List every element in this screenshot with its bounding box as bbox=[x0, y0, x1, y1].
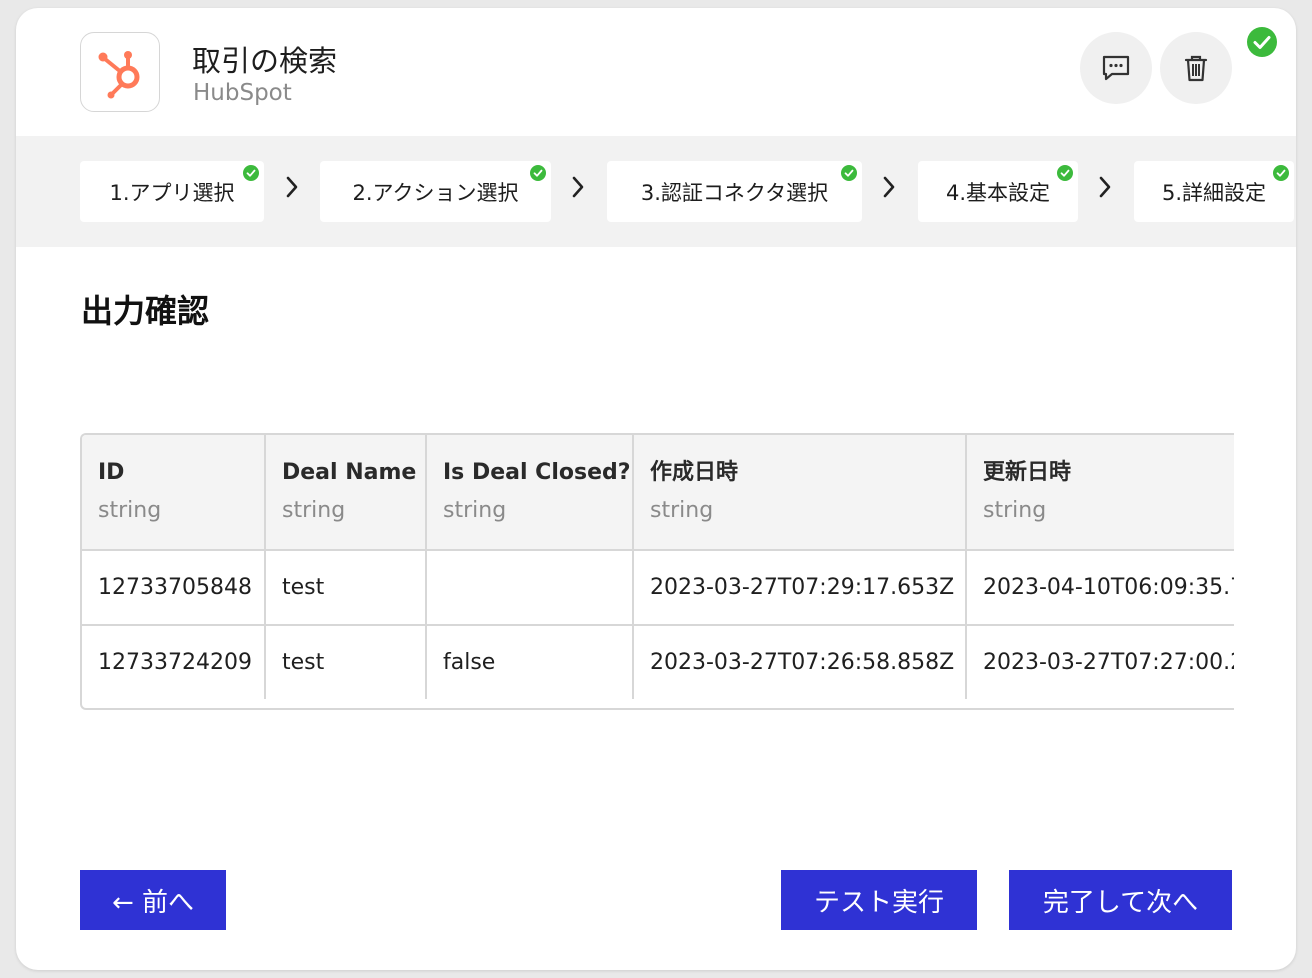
step-label: 1.アプリ選択 bbox=[109, 180, 235, 205]
table-cell: 2023-03-27T07:27:00.2 bbox=[965, 624, 1234, 699]
back-button[interactable]: ← 前へ bbox=[80, 870, 226, 930]
comment-button[interactable] bbox=[1080, 32, 1152, 104]
table-cell: 12733724209 bbox=[82, 624, 266, 699]
step-label: 3.認証コネクタ選択 bbox=[640, 180, 829, 205]
test-run-button[interactable]: テスト実行 bbox=[781, 870, 977, 930]
check-circle-icon bbox=[1247, 27, 1277, 57]
step-action-select[interactable]: 2.アクション選択 bbox=[320, 161, 551, 222]
column-header: 作成日時 string bbox=[632, 435, 967, 551]
hubspot-logo-icon bbox=[80, 32, 160, 112]
step-label: 5.詳細設定 bbox=[1161, 180, 1267, 205]
table-cell: false bbox=[425, 624, 634, 699]
chevron-right-icon bbox=[286, 176, 298, 198]
table-row: 12733724209 test false 2023-03-27T07:26:… bbox=[82, 624, 1234, 699]
column-header: Is Deal Closed? string bbox=[425, 435, 634, 551]
table-header-row: ID string Deal Name string Is Deal Closed?… bbox=[82, 435, 1234, 551]
output-table[interactable]: ID string Deal Name string Is Deal Closed?… bbox=[80, 433, 1234, 710]
step-complete-icon bbox=[841, 165, 857, 181]
step-complete-icon bbox=[1057, 165, 1073, 181]
column-name: Deal Name bbox=[282, 460, 417, 485]
column-type: string bbox=[98, 498, 162, 523]
table-cell: test bbox=[264, 549, 427, 626]
step-complete-icon bbox=[530, 165, 546, 181]
column-type: string bbox=[650, 498, 714, 523]
table-cell: 2023-03-27T07:29:17.653Z bbox=[632, 549, 967, 626]
table-cell bbox=[425, 549, 634, 626]
table-cell: test bbox=[264, 624, 427, 699]
chevron-right-icon bbox=[572, 176, 584, 198]
delete-button[interactable] bbox=[1160, 32, 1232, 104]
output-table-grid: ID string Deal Name string Is Deal Closed?… bbox=[82, 435, 1234, 699]
step-basic-settings[interactable]: 4.基本設定 bbox=[918, 161, 1078, 222]
column-header: 更新日時 string bbox=[965, 435, 1234, 551]
step-complete-icon bbox=[1273, 165, 1289, 181]
column-name: 更新日時 bbox=[983, 460, 1072, 485]
action-title: 取引の検索 bbox=[192, 44, 338, 78]
column-header: ID string bbox=[82, 435, 266, 551]
table-cell: 12733705848 bbox=[82, 549, 266, 626]
step-label: 4.基本設定 bbox=[945, 180, 1051, 205]
comment-icon bbox=[1102, 55, 1130, 81]
column-type: string bbox=[443, 498, 507, 523]
header: 取引の検索 HubSpot bbox=[16, 8, 1296, 136]
steps-bar: 1.アプリ選択 2.アクション選択 3.認証コネクタ選択 4.基本設定 5.詳細… bbox=[16, 136, 1296, 247]
chevron-right-icon bbox=[883, 176, 895, 198]
table-cell: 2023-04-10T06:09:35.7 bbox=[965, 549, 1234, 626]
column-type: string bbox=[983, 498, 1047, 523]
step-complete-icon bbox=[243, 165, 259, 181]
trash-icon bbox=[1184, 55, 1208, 82]
section-title: 出力確認 bbox=[81, 292, 210, 330]
column-name: ID bbox=[98, 460, 125, 485]
step-app-select[interactable]: 1.アプリ選択 bbox=[80, 161, 264, 222]
chevron-right-icon bbox=[1099, 176, 1111, 198]
complete-next-button[interactable]: 完了して次へ bbox=[1009, 870, 1232, 930]
table-cell: 2023-03-27T07:26:58.858Z bbox=[632, 624, 967, 699]
column-type: string bbox=[282, 498, 346, 523]
table-row: 12733705848 test 2023-03-27T07:29:17.653… bbox=[82, 549, 1234, 626]
connector-card: 取引の検索 HubSpot 1.アプリ選択 2.アクション選択 3.認証コネクタ… bbox=[16, 8, 1296, 970]
step-advanced-settings[interactable]: 5.詳細設定 bbox=[1134, 161, 1294, 222]
column-name: Is Deal Closed? bbox=[443, 460, 631, 485]
column-header: Deal Name string bbox=[264, 435, 427, 551]
column-name: 作成日時 bbox=[650, 460, 739, 485]
step-connector-select[interactable]: 3.認証コネクタ選択 bbox=[607, 161, 862, 222]
app-name: HubSpot bbox=[193, 80, 292, 106]
step-label: 2.アクション選択 bbox=[352, 180, 519, 205]
